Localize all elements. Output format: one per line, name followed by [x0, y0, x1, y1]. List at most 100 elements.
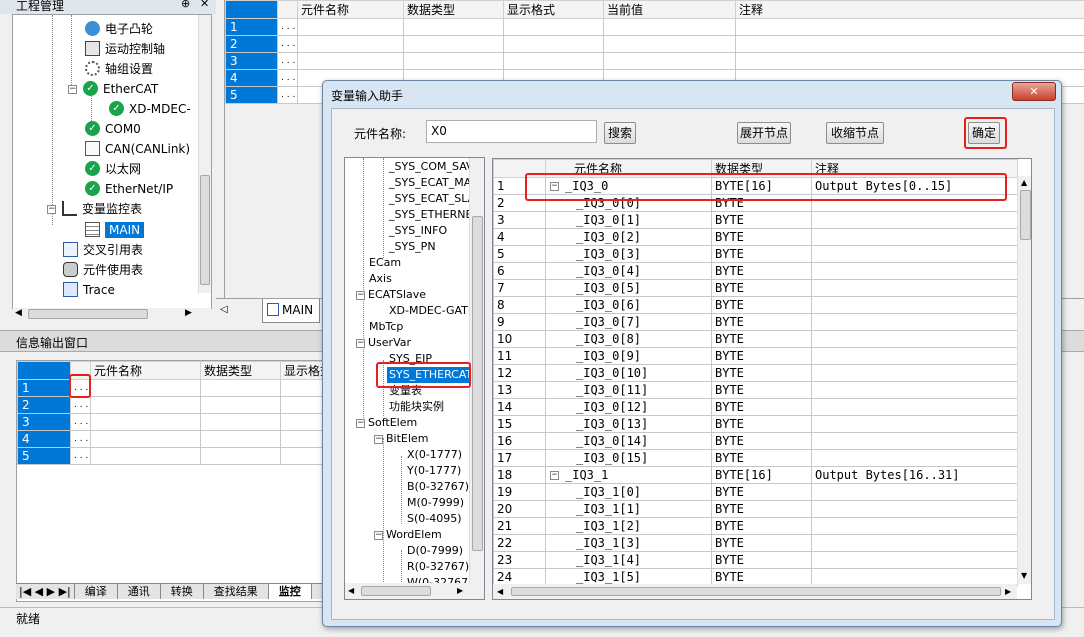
tree-node[interactable]: M(0-7999) — [407, 495, 464, 511]
arrow-left-icon[interactable]: ◀ — [348, 586, 354, 595]
tab-comm[interactable]: 通讯 — [118, 584, 161, 599]
table-row[interactable]: 24 _IQ3_1[5] BYTE — [493, 568, 1018, 586]
table-row[interactable]: 12 _IQ3_0[10] BYTE — [493, 364, 1018, 382]
tree-node[interactable]: − BitElem — [374, 431, 428, 447]
col-header[interactable]: 数据类型 — [403, 0, 504, 19]
tree-node[interactable]: _SYS_ECAT_MA — [389, 175, 471, 191]
arrow-right-icon[interactable]: ▶ — [1005, 587, 1011, 596]
tree-item-main[interactable]: MAIN — [85, 220, 145, 240]
name-input[interactable]: X0 — [426, 120, 597, 143]
tree-node[interactable]: _SYS_COM_SAV — [389, 159, 474, 175]
table-row[interactable]: 1. . . — [225, 18, 1084, 36]
tree-node[interactable]: − UserVar — [356, 335, 411, 351]
table-row[interactable]: 16 _IQ3_0[14] BYTE — [493, 432, 1018, 450]
table-row[interactable]: 3. . . — [225, 52, 1084, 70]
tree-node[interactable]: _SYS_INFO — [389, 223, 447, 239]
table-row[interactable]: 23 _IQ3_1[4] BYTE — [493, 551, 1018, 569]
tree-item-axis-group[interactable]: 轴组设置 — [85, 59, 153, 79]
tree-node[interactable]: _SYS_PN — [389, 239, 436, 255]
table-row[interactable]: 17 _IQ3_0[15] BYTE — [493, 449, 1018, 467]
result-vscroll[interactable]: ▲ ▼ — [1017, 176, 1031, 584]
col-header[interactable]: 元件名称 — [90, 361, 201, 380]
scroll-thumb[interactable] — [472, 216, 483, 551]
scroll-thumb[interactable] — [28, 309, 148, 319]
tree-node[interactable]: − SoftElem — [356, 415, 417, 431]
close-icon[interactable]: ✕ — [200, 0, 209, 10]
tree-vscroll[interactable] — [469, 158, 484, 583]
table-row[interactable]: 9 _IQ3_0[7] BYTE — [493, 313, 1018, 331]
tree-node[interactable]: _SYS_ETHERNET — [389, 207, 479, 223]
arrow-left-icon[interactable]: ◀ — [15, 308, 22, 318]
search-button[interactable]: 搜索 — [604, 122, 636, 144]
tab-find-results[interactable]: 查找结果 — [204, 584, 269, 599]
scroll-thumb[interactable] — [1020, 190, 1031, 240]
tree-item-canlink[interactable]: CAN(CANLink) — [85, 139, 190, 159]
tree-hscroll[interactable]: ◀ ▶ — [345, 583, 484, 599]
table-row[interactable]: 20 _IQ3_1[1] BYTE — [493, 500, 1018, 518]
scroll-thumb[interactable] — [361, 586, 431, 596]
table-row[interactable]: 14 _IQ3_0[12] BYTE — [493, 398, 1018, 416]
col-header[interactable]: 数据类型 — [200, 361, 281, 380]
collapse-icon[interactable]: − — [356, 418, 365, 428]
expand-nodes-button[interactable]: 展开节点 — [737, 122, 791, 144]
tree-node[interactable]: _SYS_ECAT_SLA — [389, 191, 475, 207]
table-row[interactable]: 3 _IQ3_0[1] BYTE — [493, 211, 1018, 229]
pin-icon[interactable]: ⊕ — [181, 0, 190, 10]
collapse-icon[interactable]: − — [356, 338, 365, 348]
table-row[interactable]: 11 _IQ3_0[9] BYTE — [493, 347, 1018, 365]
collapse-icon[interactable]: − — [47, 205, 56, 214]
tree-node[interactable]: Axis — [369, 271, 392, 287]
tree-item-ethernet[interactable]: ✓ 以太网 — [85, 159, 141, 179]
project-tree-hscroll[interactable]: ◀ ▶ — [13, 308, 211, 321]
arrow-down-icon[interactable]: ▼ — [1021, 571, 1027, 580]
arrow-left-icon[interactable]: ◀ — [497, 587, 503, 596]
tree-item-motion-axis[interactable]: 运动控制轴 — [85, 39, 165, 59]
tree-node[interactable]: R(0-32767) — [407, 559, 469, 575]
tree-item-elem-usage[interactable]: 元件使用表 — [63, 260, 143, 280]
tree-item-trace[interactable]: Trace — [63, 280, 115, 300]
table-row[interactable]: 2. . . — [225, 35, 1084, 53]
tree-node[interactable]: 功能块实例 — [389, 399, 444, 415]
arrow-right-icon[interactable]: ▶ — [457, 586, 463, 595]
tree-node[interactable]: ECam — [369, 255, 401, 271]
tab-nav-icon[interactable]: |◀ ◀ ▶ ▶| — [16, 584, 75, 599]
tree-node[interactable]: X(0-1777) — [407, 447, 462, 463]
table-row[interactable]: 22 _IQ3_1[3] BYTE — [493, 534, 1018, 552]
col-header[interactable]: 当前值 — [603, 0, 736, 19]
collapse-icon[interactable]: − — [68, 85, 77, 94]
tree-item-var-monitor[interactable]: − 变量监控表 — [47, 199, 142, 219]
collapse-icon[interactable]: − — [374, 434, 383, 444]
arrow-up-icon[interactable]: ▲ — [1021, 178, 1027, 187]
arrow-right-icon[interactable]: ▶ — [185, 308, 192, 318]
tree-item-ethernet-ip[interactable]: ✓ EtherNet/IP — [85, 179, 173, 199]
table-row[interactable]: 2. . . — [17, 396, 325, 414]
tree-item-cross-ref[interactable]: 交叉引用表 — [63, 240, 143, 260]
scroll-thumb[interactable] — [200, 175, 210, 285]
table-row[interactable]: 19 _IQ3_1[0] BYTE — [493, 483, 1018, 501]
table-row[interactable]: 5. . . — [17, 447, 325, 465]
tree-node[interactable]: MbTcp — [369, 319, 403, 335]
table-row[interactable]: 7 _IQ3_0[5] BYTE — [493, 279, 1018, 297]
col-header[interactable]: 注释 — [735, 0, 1084, 19]
collapse-nodes-button[interactable]: 收缩节点 — [826, 122, 884, 144]
table-row[interactable]: 6 _IQ3_0[4] BYTE — [493, 262, 1018, 280]
table-row[interactable]: 4 _IQ3_0[2] BYTE — [493, 228, 1018, 246]
table-row[interactable]: 10 _IQ3_0[8] BYTE — [493, 330, 1018, 348]
tree-node[interactable]: D(0-7999) — [407, 543, 463, 559]
col-header[interactable]: 元件名称 — [297, 0, 404, 19]
table-row[interactable]: 5 _IQ3_0[3] BYTE — [493, 245, 1018, 263]
dialog-close-button[interactable]: ✕ — [1012, 82, 1056, 101]
table-row[interactable]: 4. . . — [17, 430, 325, 448]
col-header[interactable]: 显示格式 — [503, 0, 604, 19]
table-row[interactable]: 8 _IQ3_0[6] BYTE — [493, 296, 1018, 314]
tree-item-ecam[interactable]: 电子凸轮 — [85, 19, 153, 39]
table-row[interactable]: 18− _IQ3_1 BYTE[16] Output Bytes[16..31] — [493, 466, 1018, 484]
table-row[interactable]: 3. . . — [17, 413, 325, 431]
tree-node[interactable]: S(0-4095) — [407, 511, 462, 527]
table-row[interactable]: 1. . . — [17, 379, 325, 397]
tree-item-com0[interactable]: ✓ COM0 — [85, 119, 141, 139]
tab-monitor[interactable]: 监控 — [268, 584, 312, 599]
col-header[interactable]: 显示格式 — [280, 361, 325, 380]
collapse-icon[interactable]: − — [374, 530, 383, 540]
tree-node[interactable]: Y(0-1777) — [407, 463, 461, 479]
